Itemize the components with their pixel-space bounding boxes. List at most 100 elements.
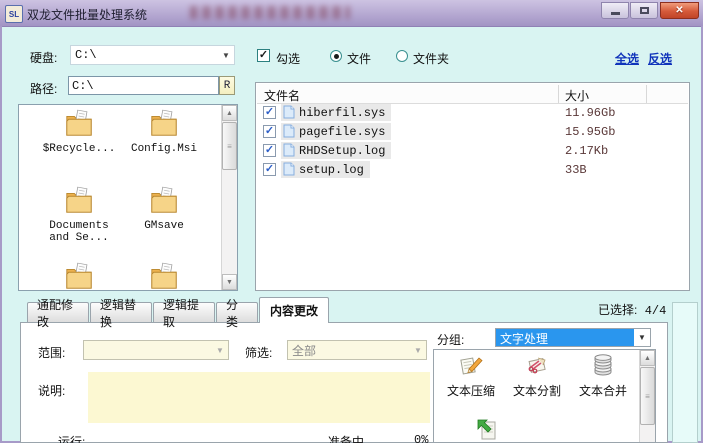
file-row[interactable]: ✓ setup.log 33B [257,160,688,179]
text-split-icon [528,357,546,374]
tool-label: 文本压缩 [446,384,495,398]
folder-item[interactable] [124,261,204,290]
file-row[interactable]: ✓ hiberfil.sys 11.96Gb [257,103,688,122]
filter-select[interactable]: 全部 ▼ [287,340,427,360]
tools-scrollbar-thumb[interactable]: ≡ [640,367,655,425]
file-radio[interactable] [330,50,342,62]
drive-value: C:\ [75,48,97,62]
progress-text: 0% [414,433,429,443]
chevron-down-icon[interactable]: ▼ [218,51,234,60]
scroll-up-icon[interactable]: ▲ [222,105,237,121]
tab-classify[interactable]: 分类 [216,298,258,329]
scroll-up-icon[interactable]: ▲ [640,350,655,366]
group-value: 文字处理 [496,329,634,346]
file-name: pagefile.sys [299,124,386,139]
file-icon [283,143,295,157]
file-name: setup.log [299,162,364,177]
scroll-down-icon[interactable]: ▼ [222,274,237,290]
right-side-strip [672,302,698,443]
description-textarea[interactable] [88,372,430,423]
folder-scrollbar-thumb[interactable]: ≡ [222,122,237,170]
folder-icon [66,109,92,136]
folder-icon [151,109,177,136]
app-window: SL 双龙文件批量处理系统 ✕ 硬盘: C:\ ▼ 路径: C:\ R $Rec… [0,0,703,443]
tab-label: 逻辑替换 [100,297,137,329]
tab-label: 内容更改 [269,304,318,318]
file-checkbox[interactable]: ✓ [263,106,276,119]
file-icon [283,162,295,176]
blurred-watermark [190,6,350,19]
tab-logic-replace[interactable]: 逻辑替换 [90,298,152,329]
close-button[interactable]: ✕ [660,2,699,19]
file-name: hiberfil.sys [299,105,386,120]
tool-text-split[interactable]: 文本分割 [504,353,570,399]
tools-scrollbar[interactable]: ▲ ≡ [639,350,655,442]
minimize-button[interactable] [601,2,629,19]
status-text: 准备中 [328,435,365,443]
tool-partial[interactable] [454,416,520,442]
group-select[interactable]: 文字处理 ▼ [495,328,651,347]
text-compress-icon [460,357,483,375]
folder-item[interactable]: Documents and Se... [39,185,119,244]
window-border-left [0,26,2,443]
file-icon [283,124,295,138]
file-row[interactable]: ✓ pagefile.sys 15.95Gb [257,122,688,141]
tab-label: 逻辑提取 [163,297,200,329]
file-size: 33B [565,163,587,177]
chevron-down-icon[interactable]: ▼ [634,333,650,342]
folder-item[interactable]: Config.Msi [124,108,204,155]
folder-item[interactable] [39,261,119,290]
radio-dot [333,53,339,59]
drive-label: 硬盘: [30,51,58,65]
file-checkbox[interactable]: ✓ [263,125,276,138]
name-column-header[interactable]: 文件名 [264,87,300,104]
tab-logic-extract[interactable]: 逻辑提取 [153,298,215,329]
folder-icon [151,262,177,289]
file-size: 15.95Gb [565,125,616,139]
file-name: RHDSetup.log [299,143,386,158]
tool-text-merge[interactable]: 文本合并 [570,353,636,399]
folder-radio-label: 文件夹 [413,52,450,66]
tab-content-modify[interactable]: 内容更改 [259,297,329,323]
group-label: 分组: [437,333,465,347]
file-table-header: 文件名 大小 [257,84,688,104]
file-row[interactable]: ✓ RHDSetup.log 2.17Kb [257,141,688,160]
filter-value: 全部 [292,343,317,358]
folder-item[interactable]: GMsave [124,185,204,232]
refresh-button[interactable]: R [219,76,235,95]
range-select[interactable]: ▼ [83,340,229,360]
text-merge-icon [594,354,612,376]
file-size: 11.96Gb [565,106,616,120]
size-column-header[interactable]: 大小 [565,87,589,104]
drive-select[interactable]: C:\ ▼ [70,45,235,65]
folder-item-label: GMsave [144,220,184,232]
title-bar: SL 双龙文件批量处理系统 ✕ [0,0,703,27]
select-all-link[interactable]: 全选 [615,50,639,67]
file-icon [283,105,295,119]
app-icon: SL [5,5,23,23]
file-checkbox[interactable]: ✓ [263,144,276,157]
column-separator[interactable] [646,85,647,103]
app-icon-text: SL [8,9,20,19]
tool-label: 文本合并 [578,384,627,398]
column-separator[interactable] [558,85,559,103]
invert-select-link[interactable]: 反选 [648,50,672,67]
tools-panel: 文本压缩 文本分割 文本合并 ▲ ≡ [433,349,656,443]
tool-text-compress[interactable]: 文本压缩 [438,353,504,399]
path-label: 路径: [30,82,58,96]
path-input[interactable]: C:\ [68,76,219,95]
check-mode-label: 勾选 [276,52,301,66]
file-size: 2.17Kb [565,144,609,158]
file-highlight: RHDSetup.log [281,142,392,159]
file-highlight: pagefile.sys [281,123,392,140]
green-arrow-page-icon [477,419,496,440]
file-checkbox[interactable]: ✓ [263,163,276,176]
file-highlight: hiberfil.sys [281,104,392,121]
check-mode-checkbox[interactable]: ✓ [257,49,270,62]
folder-radio[interactable] [396,50,408,62]
tab-wildcard-modify[interactable]: 通配修改 [27,298,89,329]
folder-scrollbar[interactable]: ▲ ≡ ▼ [221,105,237,290]
folder-item[interactable]: $Recycle... [39,108,119,155]
folder-list-panel: $Recycle... Config.Msi Documents and Se.… [18,104,238,291]
maximize-button[interactable] [630,2,658,19]
